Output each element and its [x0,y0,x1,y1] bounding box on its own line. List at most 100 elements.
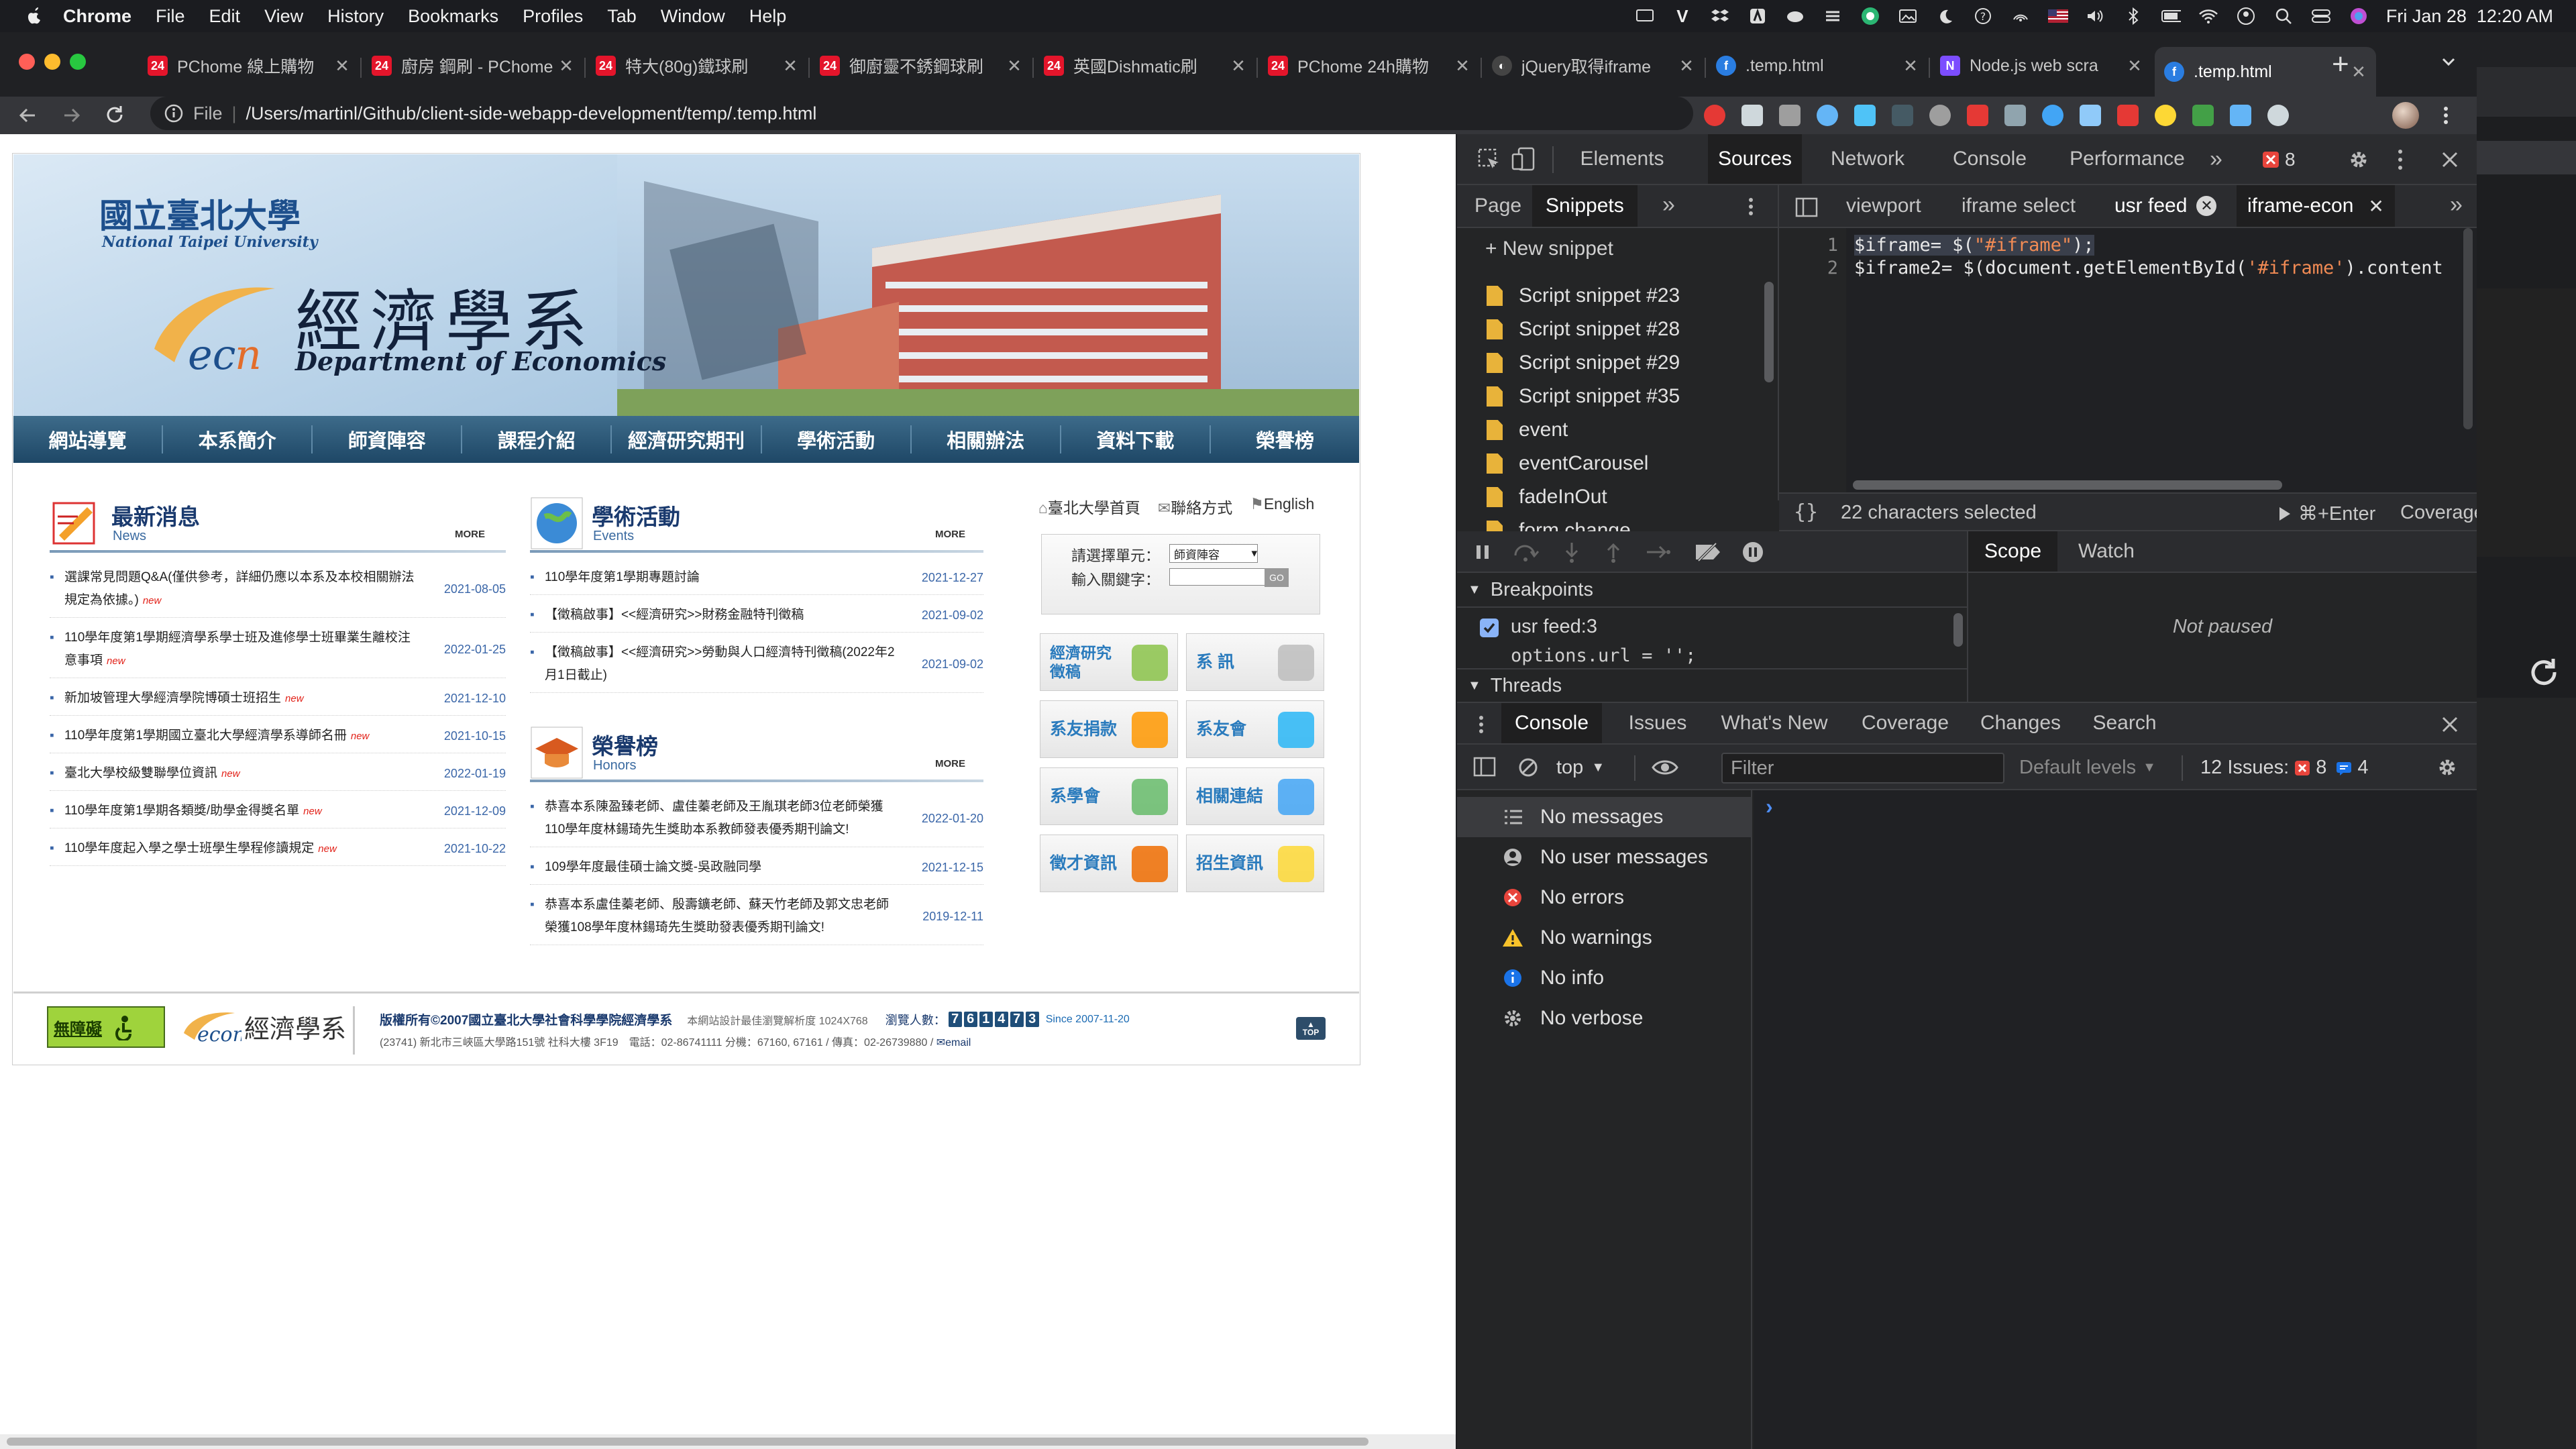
quick-link-tile[interactable]: 經濟研究徵稿 [1040,633,1178,691]
pause-on-exceptions-icon[interactable] [1741,541,1764,564]
toplink-ntpu-home[interactable]: ⌂臺北大學首頁 [1038,495,1140,518]
close-tab-icon[interactable]: ✕ [2196,196,2217,216]
quick-link-tile[interactable]: 系友捐款 [1040,700,1178,758]
drawer-tab-coverage[interactable]: Coverage [1853,703,1957,743]
pretty-print-icon[interactable]: {} [1794,500,1818,524]
editor-tab-usr-feed[interactable]: usr feed ✕ [2109,185,2222,227]
close-devtools-icon[interactable] [2439,149,2461,170]
console-settings-gear-icon[interactable] [2435,755,2459,780]
url-text[interactable]: /Users/martinl/Github/client-side-webapp… [246,103,817,124]
screen-icon[interactable] [1635,8,1655,24]
code-line[interactable]: 1 $iframe= $("#iframe"); [1779,235,2477,258]
volume-icon[interactable] [2086,8,2106,24]
a-box-icon[interactable] [1748,8,1768,24]
honors-more-link[interactable]: MORE [935,758,965,769]
list-item[interactable]: ▪ 新加坡管理大學經濟學院博碩士班招生 new 2021-12-10 [50,687,506,716]
tree-ext-icon[interactable] [2192,105,2214,126]
new-snippet-button[interactable]: + New snippet [1485,237,1613,260]
profile-avatar[interactable] [2392,102,2419,129]
screen-ext-icon[interactable] [1817,105,1838,126]
snippet-item[interactable]: Script snippet #35 [1457,380,1680,413]
run-snippet-button[interactable]: ⌘+Enter [2278,502,2375,525]
browser-tab[interactable]: 24 英國Dishmatic刷 ✕ [1034,48,1256,83]
events-more-link[interactable]: MORE [935,529,965,540]
settings-gear-icon[interactable] [2347,148,2371,172]
search-go-button[interactable]: GO [1265,568,1289,587]
tab-close-icon[interactable]: ✕ [1678,56,1695,76]
log-levels-dropdown[interactable]: Default levels ▼ [2019,757,2156,779]
snippet-item[interactable]: Script snippet #23 [1457,279,1680,313]
quick-link-tile[interactable]: 系友會 [1186,700,1324,758]
console-filter-item[interactable]: No info [1457,958,1752,998]
airdrop-icon[interactable] [2010,8,2031,24]
editor-tab-iframe-econ[interactable]: iframe-econ ✕ [2237,185,2395,227]
navigator-tab-page[interactable]: Page [1466,185,1529,227]
breakpoints-header[interactable]: ▼ Breakpoints [1457,573,1967,608]
list-item[interactable]: ▪ 【徵稿啟事】<<經濟研究>>財務金融特刊徵稿 2021-09-02 [530,604,983,633]
vimeo-ext-icon[interactable] [1854,105,1876,126]
step-icon[interactable] [1645,543,1672,561]
snippet-list-scrollbar[interactable] [1764,282,1774,382]
devtools-tab-elements[interactable]: Elements [1575,134,1669,184]
browser-tab[interactable]: 24 特大(80g)鐵球刷 ✕ [586,48,808,83]
code-line[interactable]: 2 $iframe2= $(document.getElementById('#i… [1779,258,2477,280]
editor-hscroll-thumb[interactable] [1853,480,2282,490]
wifi-icon[interactable] [2198,8,2218,24]
editor-tab-viewport[interactable]: viewport [1841,185,1927,227]
editor-more-tabs-icon[interactable]: » [2450,192,2463,218]
menu-tab[interactable]: Tab [607,6,637,27]
back-arrow-icon[interactable] [17,106,38,125]
list-item[interactable]: ▪ 110學年度第1學期各類獎/助學金得獎名單 new 2021-12-09 [50,800,506,828]
bluetooth-icon[interactable] [2123,7,2143,25]
toplink-contact[interactable]: ✉聯絡方式 [1158,495,1232,518]
devtools-menu-icon[interactable] [2396,148,2404,172]
menu-history[interactable]: History [327,6,384,27]
red-box-ext-icon[interactable] [1967,105,1988,126]
browser-tab[interactable]: ◐ jQuery取得iframe ✕ [1483,48,1704,83]
stripes-icon[interactable] [1823,8,1843,24]
quick-link-tile[interactable]: 相關連結 [1186,767,1324,825]
back-to-top-button[interactable]: ▲ TOP [1296,1017,1326,1040]
kebab-menu-icon[interactable] [2442,105,2450,126]
console-filter-item[interactable]: No errors [1457,877,1752,918]
h-ext-icon[interactable] [1779,105,1801,126]
navigator-tab-snippets[interactable]: Snippets [1532,185,1638,227]
quick-link-tile[interactable]: 系 訊 [1186,633,1324,691]
threads-header[interactable]: ▼ Threads [1457,668,1967,702]
list-item[interactable]: ▪ 恭喜本系盧佳蓁老師、殷壽鑛老師、蘇天竹老師及郭文忠老師榮獲108學年度林鍚琦先… [530,894,983,945]
browser-tab[interactable]: 24 PChome 24h購物 ✕ [1258,48,1480,83]
us-flag-icon[interactable] [2047,8,2068,24]
clear-console-icon[interactable] [1517,757,1539,778]
snippet-item[interactable]: Script snippet #28 [1457,313,1680,346]
moon-icon[interactable] [1935,8,1955,24]
console-output[interactable]: › [1754,790,2477,1449]
console-sidebar-toggle-icon[interactable] [1473,757,1496,777]
yellow-ext-icon[interactable] [2155,105,2176,126]
photo-icon[interactable] [1898,8,1918,24]
menu-edit[interactable]: Edit [209,6,241,27]
gear-ext-icon[interactable] [2004,105,2026,126]
toplink-english[interactable]: ⚑English [1250,495,1314,518]
globe-ext-icon[interactable] [2230,105,2251,126]
quick-link-tile[interactable]: 徵才資訊 [1040,835,1178,892]
devtools-tab-performance[interactable]: Performance [2057,134,2198,184]
console-filter-item[interactable]: No verbose [1457,998,1752,1038]
menu-view[interactable]: View [264,6,303,27]
snippet-item[interactable]: fadeInOut [1457,480,1607,514]
window-minimize-button[interactable] [44,54,60,70]
hscroll-thumb[interactable] [7,1438,1368,1446]
qr-ext-icon[interactable] [1892,105,1913,126]
devtools-tab-console[interactable]: Console [1943,134,2037,184]
tab-close-icon[interactable]: ✕ [2127,56,2143,76]
browser-tab[interactable]: 24 PChome 線上購物 ✕ [138,48,360,83]
breakpoint-item[interactable]: usr feed:3 options.url = ''; [1457,608,1953,668]
bg-window-reload-icon[interactable] [2528,656,2560,688]
site-nav-item[interactable]: 相關辦法 [912,425,1061,453]
page-horizontal-scrollbar[interactable] [0,1434,1456,1449]
browser-tab[interactable]: N Node.js web scra ✕ [1931,48,2152,83]
more-tabs-icon[interactable]: » [2210,146,2222,172]
navigator-menu-icon[interactable] [1747,196,1755,217]
cloud-icon[interactable] [1785,8,1805,24]
spotlight-search-icon[interactable] [2273,8,2294,24]
issues-counter[interactable]: 12 Issues: 8 4 [2200,757,2368,779]
